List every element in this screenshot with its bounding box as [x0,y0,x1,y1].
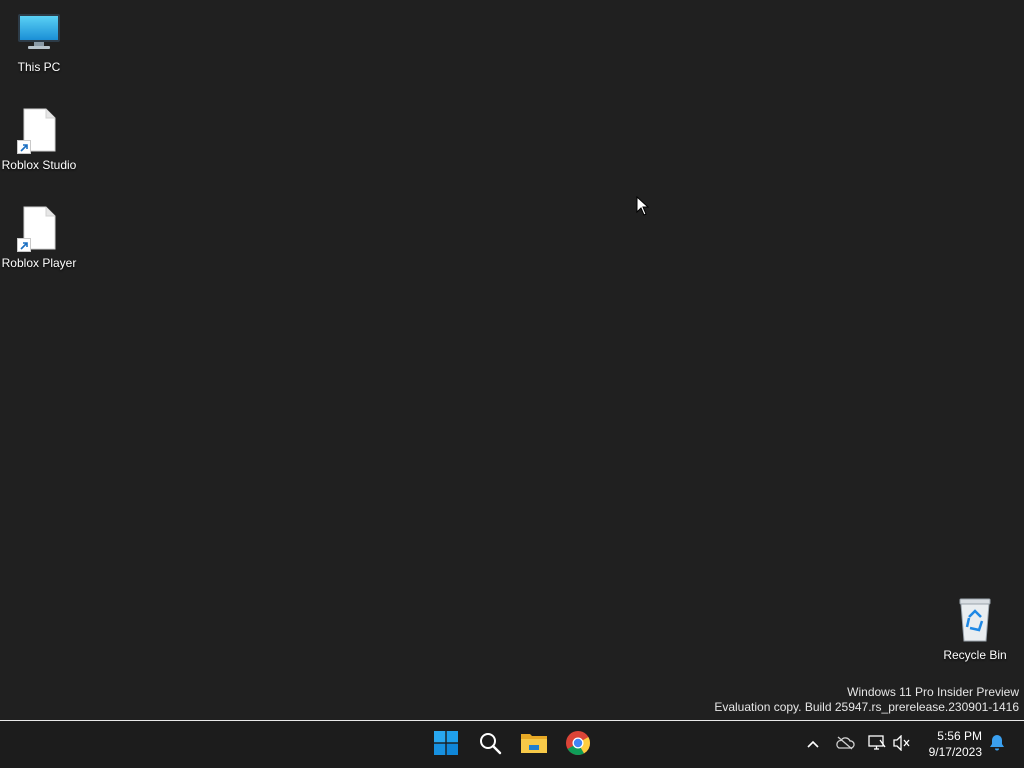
blank-file-shortcut-icon [15,204,63,252]
desktop-icon-roblox-player[interactable]: Roblox Player [0,204,78,270]
desktop[interactable]: This PC Roblox Studio Roblox Player Recy… [0,0,1024,720]
shortcut-arrow-icon [17,140,31,154]
notification-center-button[interactable] [985,733,1009,757]
chevron-up-icon [806,736,820,754]
mouse-cursor-icon [636,195,650,216]
search-button[interactable] [470,725,510,765]
file-explorer-icon [520,731,548,760]
blank-file-shortcut-icon [15,106,63,154]
notification-bell-icon [989,734,1005,757]
watermark-line-2: Evaluation copy. Build 25947.rs_prerelea… [714,700,1019,714]
evaluation-watermark: Windows 11 Pro Insider Preview Evaluatio… [714,685,1019,715]
this-pc-icon [15,8,63,56]
chrome-icon [565,730,591,761]
network-tray-button[interactable] [865,733,889,757]
desktop-icon-label: This PC [17,60,61,74]
clock-button[interactable]: 5:56 PM 9/17/2023 [929,728,982,760]
shortcut-arrow-icon [17,238,31,252]
chrome-button[interactable] [558,725,598,765]
onedrive-tray-button[interactable] [833,733,857,757]
desktop-icon-roblox-studio[interactable]: Roblox Studio [0,106,78,172]
onedrive-offline-icon [835,736,855,755]
taskbar: 5:56 PM 9/17/2023 [0,720,1024,768]
search-icon [478,731,502,760]
recycle-bin-icon [951,596,999,644]
start-button[interactable] [426,725,466,765]
clock-time: 5:56 PM [937,729,982,743]
volume-muted-icon [893,733,911,756]
desktop-icon-this-pc[interactable]: This PC [0,8,78,74]
desktop-icon-recycle-bin[interactable]: Recycle Bin [936,596,1014,662]
windows-start-icon [434,730,458,760]
network-disconnected-icon [868,734,886,756]
desktop-icon-label: Roblox Studio [1,158,77,172]
desktop-icon-label: Recycle Bin [943,648,1007,662]
clock-date: 9/17/2023 [928,745,982,759]
desktop-icon-label: Roblox Player [1,256,77,270]
volume-tray-button[interactable] [890,733,914,757]
show-hidden-icons-button[interactable] [801,733,825,757]
file-explorer-button[interactable] [514,725,554,765]
watermark-line-1: Windows 11 Pro Insider Preview [847,685,1019,699]
